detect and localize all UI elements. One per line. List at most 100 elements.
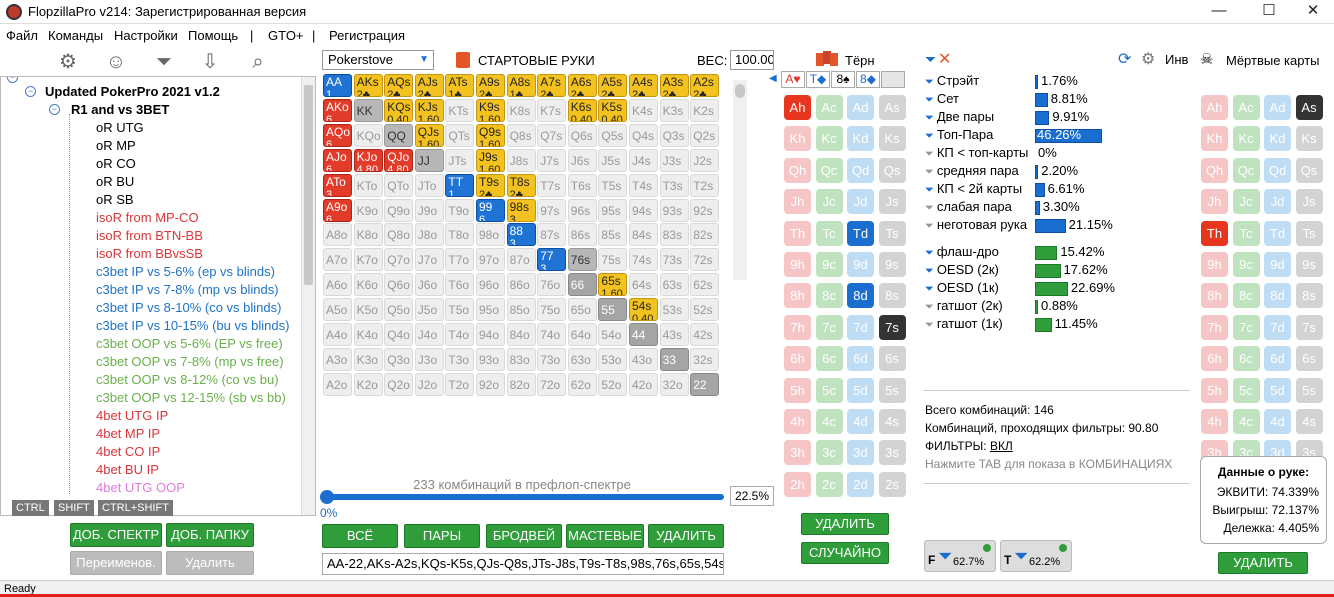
hand-cell-Q2s[interactable]: Q2s	[690, 123, 720, 147]
hand-cell-92s[interactable]: 92s	[690, 198, 720, 222]
board-card-5d[interactable]: 5d	[847, 377, 874, 403]
matrix-scroll-thumb[interactable]	[735, 84, 745, 98]
hand-cell-J8o[interactable]: J8o	[414, 223, 444, 247]
board-slot[interactable]: 8◆	[856, 71, 880, 88]
hand-cell-KQo[interactable]: KQo	[353, 123, 383, 147]
hand-cell-T6o[interactable]: T6o	[445, 273, 475, 297]
hand-cell-A9o[interactable]: A9o 6	[323, 198, 352, 222]
hand-cell-Q9s[interactable]: Q9s 1.60	[476, 123, 505, 147]
tree-root[interactable]: Updated PokerPro 2021 v1.2	[45, 84, 220, 99]
hand-cell-32s[interactable]: 32s	[690, 347, 720, 371]
dead-card-8d[interactable]: 8d	[1264, 283, 1291, 309]
hand-cell-53s[interactable]: 53s	[659, 298, 689, 322]
hand-cell-ATo[interactable]: ATo 3	[323, 173, 352, 197]
board-card-7s[interactable]: 7s	[878, 314, 906, 340]
hand-cell-75s[interactable]: 75s	[598, 248, 628, 272]
dead-card-6h[interactable]: 6h	[1201, 346, 1228, 372]
flop-filter-button[interactable]: F ⏷ 62.7%	[924, 540, 996, 572]
stat-row[interactable]: ⏷ неготовая рука	[925, 217, 1027, 233]
hand-cell-83s[interactable]: 83s	[659, 223, 689, 247]
hand-cell-QTs[interactable]: QTs	[445, 123, 475, 147]
hand-cell-JTo[interactable]: JTo	[414, 173, 444, 197]
pairs-button[interactable]: ПАРЫ	[404, 524, 480, 548]
hand-cell-KTs[interactable]: KTs	[445, 98, 475, 122]
hand-cell-K7s[interactable]: K7s	[537, 98, 567, 122]
dead-card-Td[interactable]: Td	[1264, 220, 1291, 246]
row-filter-icon[interactable]: ⏷	[925, 247, 934, 259]
board-slot[interactable]: A♥	[781, 71, 805, 88]
hand-cell-AQs[interactable]: AQs 2♣	[384, 74, 414, 97]
dead-card-Js[interactable]: Js	[1295, 189, 1323, 215]
board-slot[interactable]: T◆	[806, 71, 830, 88]
delete-range-button[interactable]: Удалить	[166, 551, 254, 575]
board-card-2h[interactable]: 2h	[784, 471, 811, 497]
hand-cell-62o[interactable]: 62o	[567, 372, 597, 396]
board-card-Ts[interactable]: Ts	[878, 220, 906, 246]
board-card-Kd[interactable]: Kd	[847, 126, 874, 152]
stat-row[interactable]: ⏷ Сет	[925, 91, 959, 107]
suited-button[interactable]: МАСТЕВЫЕ	[566, 524, 644, 548]
hand-cell-A4s[interactable]: A4s 2♣	[629, 74, 658, 97]
hand-cell-97o[interactable]: 97o	[476, 248, 505, 272]
dead-card-6c[interactable]: 6c	[1232, 346, 1260, 372]
hand-cell-44[interactable]: 44	[629, 323, 658, 346]
hand-cell-63o[interactable]: 63o	[567, 347, 597, 371]
board-card-Js[interactable]: Js	[878, 189, 906, 215]
hand-cell-J4s[interactable]: J4s	[629, 148, 658, 172]
board-card-9s[interactable]: 9s	[878, 252, 906, 277]
hand-cell-Q9o[interactable]: Q9o	[384, 198, 414, 222]
minimize-button[interactable]: —	[1196, 0, 1242, 24]
board-card-6h[interactable]: 6h	[784, 346, 811, 372]
stat-row[interactable]: ⏷ OESD (2к)	[925, 262, 999, 278]
hand-cell-42o[interactable]: 42o	[629, 372, 658, 396]
hand-cell-Q3s[interactable]: Q3s	[659, 123, 689, 147]
hand-cell-A2s[interactable]: A2s 2♣	[690, 74, 720, 97]
hand-cell-A6o[interactable]: A6o	[323, 273, 352, 297]
collapse-icon[interactable]: −	[7, 77, 18, 83]
hand-cell-74o[interactable]: 74o	[537, 323, 567, 346]
menu-settings[interactable]: Настройки	[114, 28, 178, 43]
dead-card-7c[interactable]: 7c	[1232, 314, 1260, 340]
hand-cell-55[interactable]: 55	[598, 298, 628, 322]
dead-card-9c[interactable]: 9c	[1232, 252, 1260, 277]
hand-cell-J3s[interactable]: J3s	[659, 148, 689, 172]
hand-cell-K8s[interactable]: K8s	[506, 98, 536, 122]
row-filter-icon[interactable]: ⏷	[925, 283, 934, 295]
board-card-9h[interactable]: 9h	[784, 252, 811, 277]
dead-card-5d[interactable]: 5d	[1264, 377, 1291, 403]
board-card-7d[interactable]: 7d	[847, 314, 874, 340]
stat-row[interactable]: ⏷ гатшот (2к)	[925, 298, 1003, 314]
hand-cell-T4s[interactable]: T4s	[629, 173, 658, 197]
dead-card-7d[interactable]: 7d	[1264, 314, 1291, 340]
hand-cell-32o[interactable]: 32o	[659, 372, 689, 396]
tree-item[interactable]: isoR from BBvsSB	[96, 246, 203, 261]
stat-row[interactable]: ⏷ Стрэйт	[925, 73, 979, 89]
hand-cell-J5s[interactable]: J5s	[598, 148, 628, 172]
hand-cell-22[interactable]: 22	[690, 372, 720, 396]
row-filter-icon[interactable]: ⏷	[925, 166, 934, 178]
board-card-4d[interactable]: 4d	[847, 409, 874, 434]
hand-cell-97s[interactable]: 97s	[537, 198, 567, 222]
hand-cell-43s[interactable]: 43s	[659, 323, 689, 346]
board-card-Td[interactable]: Td	[847, 220, 874, 246]
row-filter-icon[interactable]: ⏷	[925, 130, 934, 142]
broadway-button[interactable]: БРОДВЕЙ	[486, 524, 562, 548]
hand-cell-88[interactable]: 88 3	[506, 223, 536, 247]
board-card-Ah[interactable]: Ah	[784, 95, 811, 120]
hand-cell-77[interactable]: 77 3	[537, 248, 567, 272]
row-filter-icon[interactable]: ⏷	[925, 301, 934, 313]
dead-card-7s[interactable]: 7s	[1295, 314, 1323, 340]
board-card-Qd[interactable]: Qd	[847, 157, 874, 183]
board-card-4c[interactable]: 4c	[815, 409, 843, 434]
dead-card-Qh[interactable]: Qh	[1201, 157, 1228, 183]
hand-cell-66[interactable]: 66	[567, 273, 597, 297]
hand-cell-J7o[interactable]: J7o	[414, 248, 444, 272]
hand-cell-QQ[interactable]: QQ	[384, 123, 414, 147]
rename-button[interactable]: Переименов.	[70, 551, 162, 575]
hand-cell-A5s[interactable]: A5s 2♣	[598, 74, 628, 97]
stat-row[interactable]: ⏷ Две пары	[925, 109, 994, 125]
hand-cell-A7s[interactable]: A7s 2♣	[537, 74, 567, 97]
source-select[interactable]: Pokerstove ▼	[322, 50, 434, 70]
hand-cell-Q7o[interactable]: Q7o	[384, 248, 414, 272]
clear-filter-icon[interactable]: ✕	[938, 49, 951, 69]
